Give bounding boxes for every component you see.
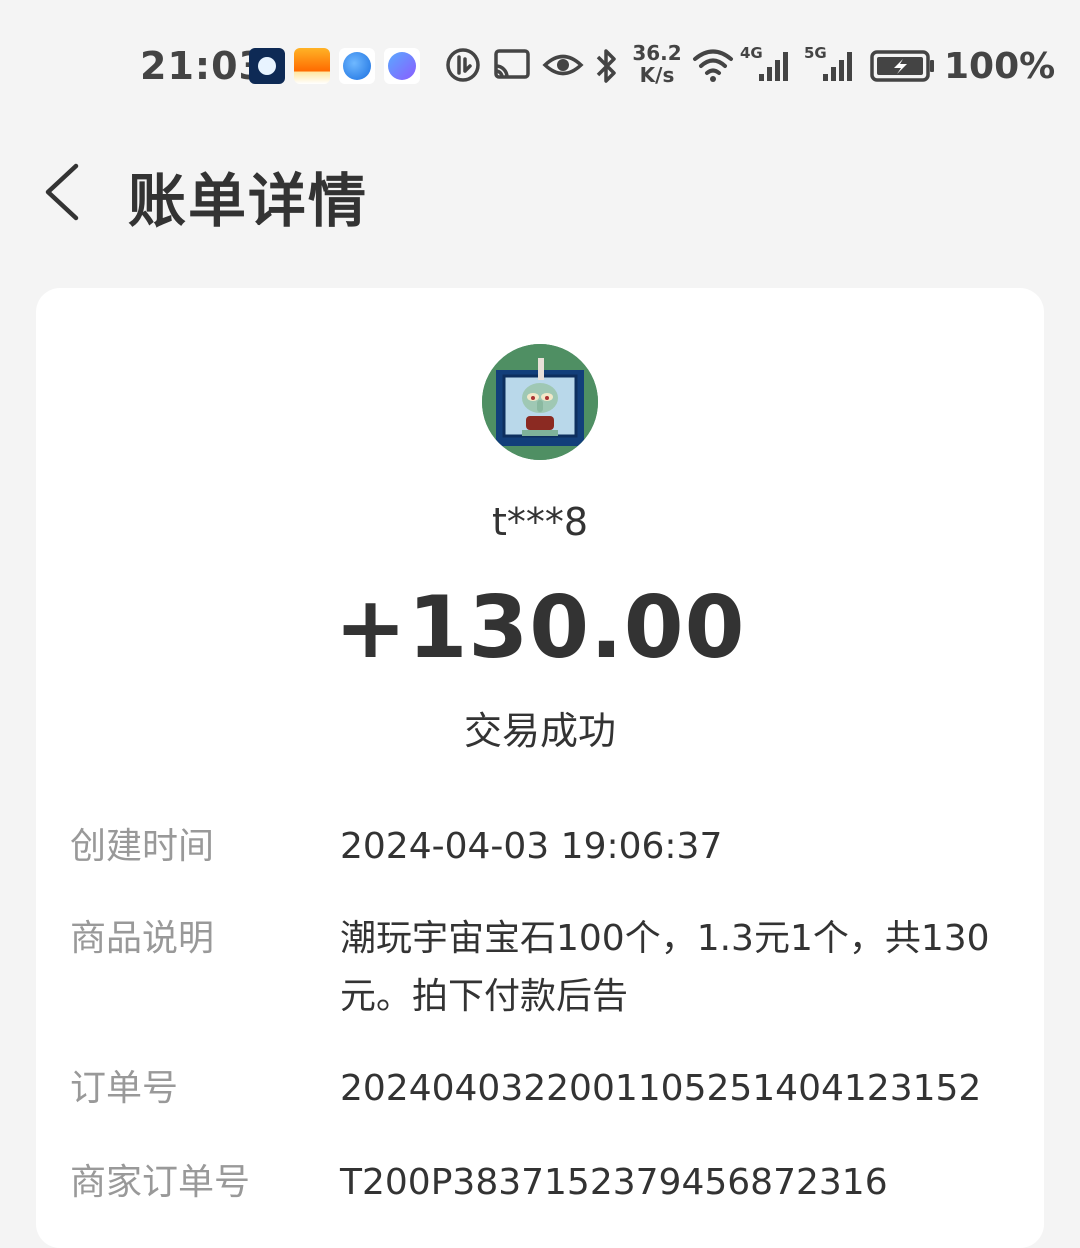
video-app-icon: [294, 48, 330, 84]
status-time: 21:03: [140, 44, 266, 88]
status-bar: 21:03 36.2 K/s 4G 5G 100%: [0, 0, 1080, 130]
battery-icon: [870, 50, 934, 82]
back-arrow-icon[interactable]: [40, 162, 84, 222]
network-speed-value: 36.2: [632, 41, 682, 65]
detail-value[interactable]: 2024040322001105251404123152: [340, 1060, 1010, 1118]
cast-icon: [494, 49, 530, 79]
battery-percent: 100%: [944, 46, 1056, 87]
page-title: 账单详情: [128, 167, 369, 235]
eye-comfort-icon: [542, 54, 584, 76]
signal-bars-4g: [759, 52, 788, 81]
detail-value: 2024-04-03 19:06:37: [340, 826, 723, 867]
header: 账单详情: [0, 130, 1080, 250]
bill-detail-card: t***8 +130.00 交易成功 创建时间 2024-04-03 19:06…: [36, 288, 1044, 1248]
network-speed: 36.2 K/s: [632, 42, 682, 86]
music-app-icon: [384, 48, 420, 84]
data-saver-icon: [446, 48, 480, 82]
detail-label: 商品说明: [70, 918, 215, 959]
browser-icon: [339, 48, 375, 84]
app-icon-1: [249, 48, 285, 84]
counterparty-name: t***8: [491, 500, 589, 544]
detail-value[interactable]: T200P3837152379456872316: [340, 1154, 1010, 1212]
transaction-amount: +130.00: [334, 578, 746, 678]
signal-5g-icon: 5G: [804, 44, 860, 84]
bluetooth-icon: [596, 49, 616, 83]
detail-label: 商家订单号: [70, 1162, 251, 1203]
transaction-status: 交易成功: [463, 709, 616, 753]
wifi-icon: [693, 49, 733, 82]
avatar-image: [482, 344, 598, 460]
detail-label: 订单号: [70, 1068, 179, 1109]
signal-bars-5g: [823, 52, 852, 81]
network-speed-unit: K/s: [639, 63, 675, 87]
avatar: [482, 344, 598, 460]
detail-value: 潮玩宇宙宝石100个，1.3元1个，共130元。拍下付款后告: [340, 918, 990, 1017]
signal-4g-icon: 4G: [740, 44, 796, 84]
detail-label: 创建时间: [70, 826, 215, 867]
